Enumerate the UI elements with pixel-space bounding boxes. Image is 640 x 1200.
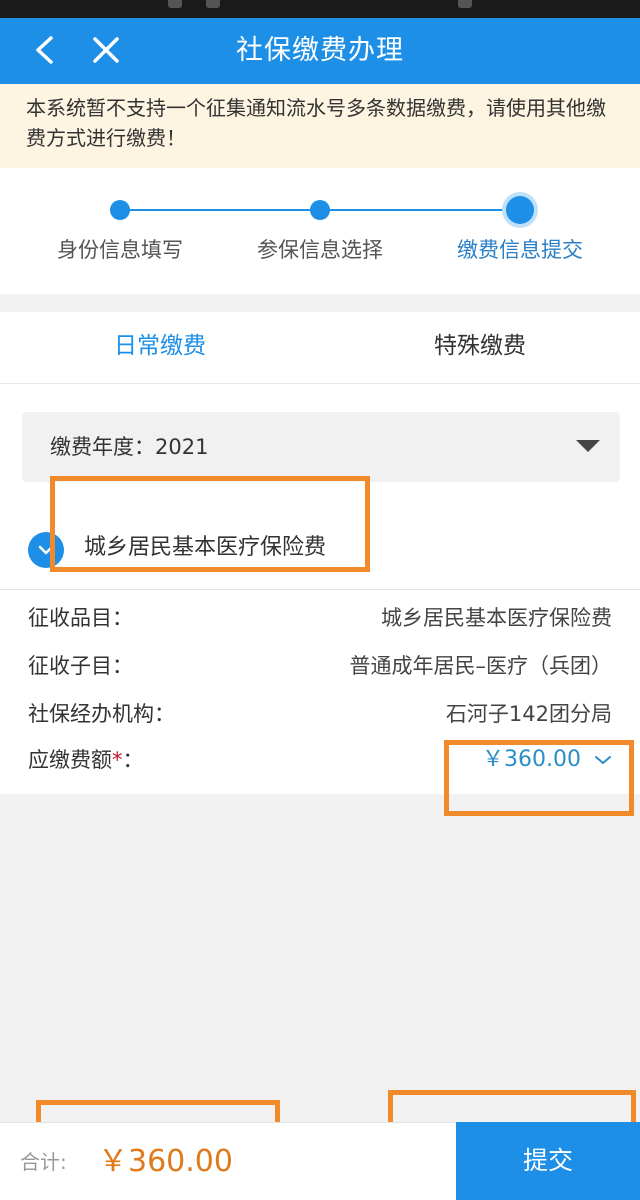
step-node-2 xyxy=(310,200,330,220)
status-icon xyxy=(206,0,220,8)
detail-label: 征收品目： xyxy=(28,606,133,630)
chevron-left-icon xyxy=(36,36,53,64)
payment-form: 缴费年度：2021 城乡居民基本医疗保险费 征收品目： 城乡居民基本医疗保险费 … xyxy=(0,384,640,794)
top-navigation-bar: 社保缴费办理 xyxy=(0,18,640,84)
detail-value: 城乡居民基本医疗保险费 xyxy=(381,606,612,630)
detail-value: 普通成年居民–医疗（兵团） xyxy=(349,654,613,678)
notice-banner: 本系统暂不支持一个征集通知流水号多条数据缴费，请使用其他缴费方式进行缴费！ xyxy=(0,84,640,168)
detail-row-item: 征收品目： 城乡居民基本医疗保险费 xyxy=(28,598,612,638)
highlight-box-insurance-option xyxy=(50,476,370,572)
tab-special-payment[interactable]: 特殊缴费 xyxy=(380,312,580,384)
detail-label: 社保经办机构： xyxy=(28,702,175,726)
detail-row-subitem: 征收子目： 普通成年居民–医疗（兵团） xyxy=(28,646,612,686)
detail-row-agency: 社保经办机构： 石河子142团分局 xyxy=(28,694,612,734)
required-asterisk: * xyxy=(112,748,123,772)
amount-label-text: 应缴费额 xyxy=(28,748,112,772)
status-icon xyxy=(168,0,182,8)
divider xyxy=(0,589,640,590)
close-button[interactable] xyxy=(88,32,124,68)
close-icon xyxy=(93,37,119,63)
highlight-box-amount xyxy=(444,740,634,816)
step-node-3-active xyxy=(506,196,534,224)
amount-label: 应缴费额*： xyxy=(28,740,144,780)
tab-daily-payment[interactable]: 日常缴费 xyxy=(60,312,260,384)
step-node-1 xyxy=(110,200,130,220)
payment-tabs: 日常缴费 特殊缴费 xyxy=(0,312,640,384)
total-label: 合计: xyxy=(20,1150,67,1174)
detail-label: 征收子目： xyxy=(28,654,133,678)
payment-year-select[interactable]: 缴费年度：2021 xyxy=(22,412,620,482)
amount-label-colon: ： xyxy=(122,748,144,772)
payment-year-value: 缴费年度：2021 xyxy=(50,435,209,459)
back-button[interactable] xyxy=(26,32,62,68)
step-label-insurance: 参保信息选择 xyxy=(257,238,383,262)
status-bar xyxy=(0,0,640,18)
detail-value: 石河子142团分局 xyxy=(445,702,612,726)
total-value: ￥360.00 xyxy=(98,1144,233,1179)
step-label-identity: 身份信息填写 xyxy=(57,238,183,262)
status-icon xyxy=(458,0,472,8)
progress-steps: 身份信息填写 参保信息选择 缴费信息提交 xyxy=(0,168,640,294)
submit-button[interactable]: 提交 xyxy=(456,1122,640,1200)
step-label-payment: 缴费信息提交 xyxy=(457,238,583,262)
active-tab-indicator xyxy=(0,312,640,317)
caret-down-icon xyxy=(576,440,600,452)
